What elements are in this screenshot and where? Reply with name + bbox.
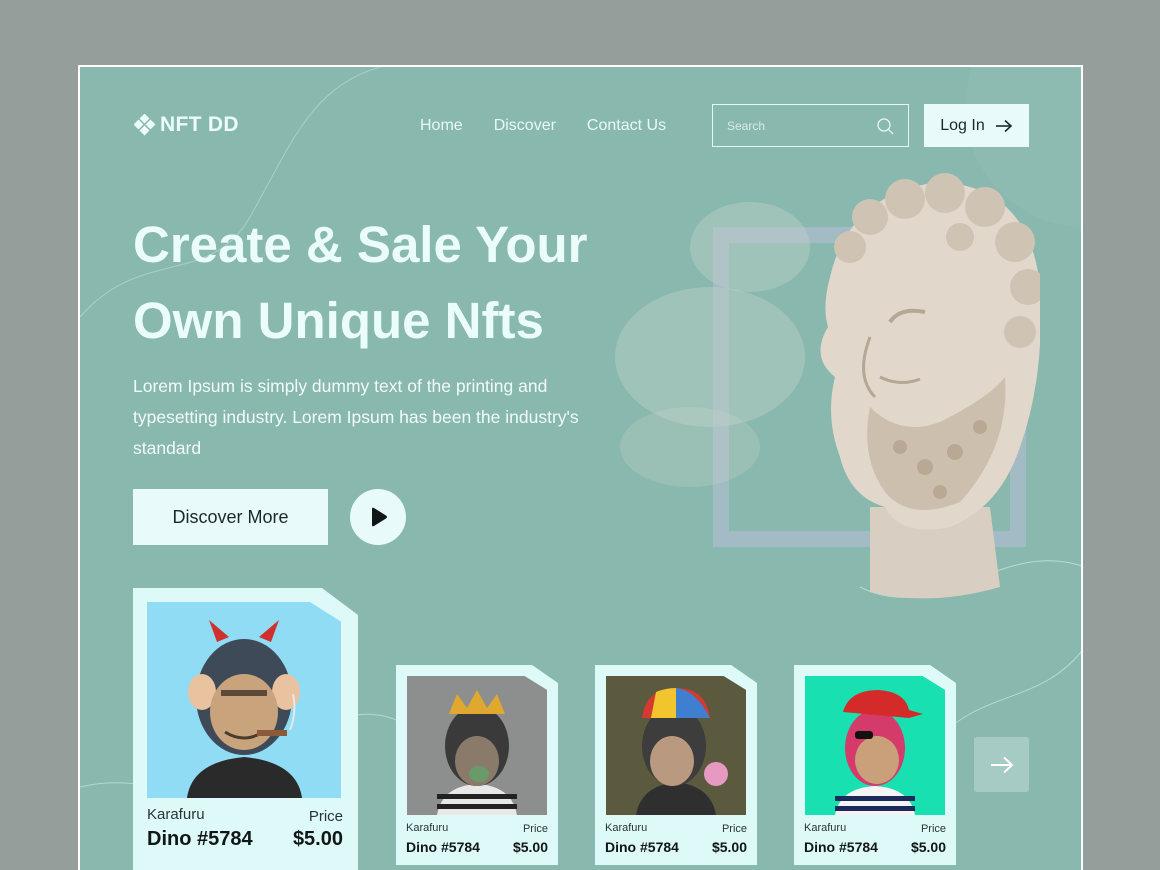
nft-card[interactable]: Karafuru Price Dino #5784 $5.00 <box>794 665 956 865</box>
nft-price: $5.00 <box>292 828 343 850</box>
nft-image <box>606 676 746 815</box>
diamond-cluster-icon <box>134 114 156 136</box>
brand-name: NFT DD <box>160 113 239 136</box>
nft-price-label: Price <box>308 808 343 825</box>
ape-image <box>187 620 302 798</box>
search-input[interactable] <box>727 118 857 133</box>
nft-card[interactable]: Karafuru Price Dino #5784 $5.00 <box>396 665 558 865</box>
nav-home[interactable]: Home <box>420 117 463 135</box>
statue-image <box>615 173 1040 599</box>
hero-description: Lorem Ipsum is simply dummy text of the … <box>133 376 579 458</box>
nft-creator: Karafuru <box>605 822 648 834</box>
ape-image <box>835 690 923 815</box>
next-cards-button[interactable] <box>974 737 1029 792</box>
ape-image <box>636 688 728 815</box>
nft-image <box>407 676 547 815</box>
main-nav: Home Discover Contact Us <box>420 117 666 135</box>
brand-logo[interactable]: NFT DD <box>134 113 239 137</box>
nft-name: Dino #5784 <box>406 839 480 855</box>
nft-creator: Karafuru <box>147 806 205 823</box>
nft-name: Dino #5784 <box>147 828 253 850</box>
nft-price-label: Price <box>721 823 747 835</box>
login-button[interactable]: Log In <box>924 104 1029 147</box>
nft-creator: Karafuru <box>804 822 847 834</box>
nft-price-label: Price <box>522 823 548 835</box>
nft-price: $5.00 <box>512 839 548 855</box>
arrow-right-icon <box>995 119 1012 132</box>
nft-creator: Karafuru <box>406 822 449 834</box>
login-label: Log In <box>940 116 985 134</box>
hero-title-line-2: Own Unique Nfts <box>133 292 544 349</box>
nft-price-label: Price <box>920 823 946 835</box>
discover-more-button[interactable]: Discover More <box>133 489 328 545</box>
nft-name: Dino #5784 <box>804 839 878 855</box>
nft-price: $5.00 <box>910 839 946 855</box>
landing-page: NFT DD Home Discover Contact Us Log In C… <box>78 65 1083 870</box>
play-icon <box>372 507 387 527</box>
arrow-right-icon <box>990 756 1013 773</box>
nav-discover[interactable]: Discover <box>494 117 556 135</box>
nft-price: $5.00 <box>711 839 747 855</box>
nft-card-featured[interactable]: Karafuru Price Dino #5784 $5.00 <box>133 588 358 870</box>
play-button[interactable] <box>350 489 406 545</box>
nft-image <box>147 602 341 798</box>
ape-image <box>437 690 517 815</box>
search-icon[interactable] <box>876 117 894 135</box>
nft-name: Dino #5784 <box>605 839 679 855</box>
nft-image <box>805 676 945 815</box>
nft-card[interactable]: Karafuru Price Dino #5784 $5.00 <box>595 665 757 865</box>
hero-title-line-1: Create & Sale Your <box>133 216 588 273</box>
nav-contact-us[interactable]: Contact Us <box>587 117 666 135</box>
search-box <box>712 104 909 147</box>
